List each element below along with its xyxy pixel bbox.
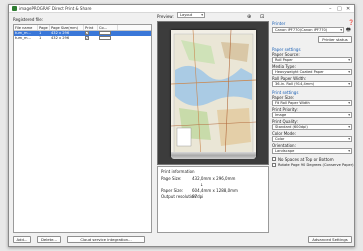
file-page: 1 — [39, 36, 42, 40]
printer-status-button[interactable]: Printer status — [318, 36, 352, 43]
chevron-down-icon: ▾ — [348, 113, 350, 117]
cloud-service-button[interactable]: Cloud service integration... — [67, 236, 145, 243]
registered-file-label: Registered file: — [13, 17, 44, 22]
app-icon — [12, 6, 17, 11]
fit-icon[interactable]: ⊡ — [260, 14, 264, 20]
col-file-name[interactable]: File name — [14, 25, 38, 30]
help-icon[interactable]: ❓ — [348, 20, 354, 26]
delete-button[interactable]: Delete... — [37, 236, 61, 243]
no-spaces-checkbox[interactable] — [272, 157, 276, 161]
chevron-down-icon: ▾ — [348, 125, 350, 129]
preview-page — [171, 30, 256, 157]
copies-field[interactable] — [99, 35, 111, 40]
media-type-value: Heavyweight Coated Paper — [275, 70, 324, 74]
chevron-down-icon: ▾ — [201, 13, 203, 17]
color-mode-value: Color — [275, 137, 285, 141]
resolution-value: 97dpi — [192, 194, 204, 199]
orientation-dropdown[interactable]: Landscape ▾ — [272, 148, 352, 154]
settings-panel: Printer ❓ Canon iPF770(Canon iPF770) ▾ 🖶 … — [272, 20, 354, 233]
orientation-value: Landscape — [275, 149, 295, 153]
print-preview — [157, 21, 269, 165]
print-quality-value: Standard (600dpi) — [275, 125, 308, 129]
layout-value: Layout — [180, 13, 193, 17]
file-row[interactable]: tum_m... 1 432 x 296 ✓ — [14, 35, 151, 41]
file-list[interactable]: File name Page Page Size(mm) Print Co...… — [13, 24, 152, 233]
maximize-button[interactable]: □ — [337, 6, 342, 12]
paper-roll — [171, 152, 256, 159]
print-priority-value: Image — [275, 113, 287, 117]
no-spaces-label: No Spaces at Top or Bottom — [278, 157, 334, 162]
close-button[interactable]: ✕ — [346, 6, 350, 12]
printer-header: Printer — [272, 21, 286, 26]
paper-size-value: 604,4mm x 1288,0mm — [192, 188, 238, 193]
rotate-page-checkbox[interactable] — [272, 163, 276, 167]
printer-value: Canon iPF770(Canon iPF770) — [275, 28, 328, 32]
print-checkbox[interactable]: ✓ — [85, 36, 89, 40]
chevron-down-icon: ▾ — [348, 70, 350, 74]
advanced-settings-button[interactable]: Advanced Settings — [308, 236, 352, 243]
paper-size-label: Paper Size: — [161, 188, 184, 193]
print-information: Print information Page Size: 432,0mm x 2… — [157, 166, 269, 233]
paper-source-value: Roll Paper — [275, 58, 293, 62]
layout-dropdown[interactable]: Layout ▾ — [177, 12, 205, 18]
page-size-label: Page Size: — [161, 176, 182, 181]
copies-field[interactable] — [99, 30, 111, 35]
color-mode-dropdown[interactable]: Color ▾ — [272, 136, 352, 142]
print-checkbox[interactable]: ✓ — [85, 31, 89, 35]
preview-label: Preview: — [157, 14, 174, 19]
media-type-dropdown[interactable]: Heavyweight Coated Paper ▾ — [272, 69, 352, 75]
rotate-page-label: Rotate Page 90 Degrees (Conserve Paper) — [278, 163, 354, 167]
add-button[interactable]: Add... — [13, 236, 31, 243]
print-priority-dropdown[interactable]: Image ▾ — [272, 112, 352, 118]
map-thumbnail — [171, 30, 256, 157]
paper-size-dropdown[interactable]: Fit Roll Paper Width ▾ — [272, 100, 352, 106]
app-window: imagePROGRAF Direct Print & Share – □ ✕ … — [8, 4, 355, 247]
file-size: 432 x 296 — [51, 36, 70, 40]
info-header: Print information — [161, 169, 195, 174]
col-page-size[interactable]: Page Size(mm) — [50, 25, 84, 30]
chevron-down-icon: ▾ — [348, 82, 350, 86]
col-print[interactable]: Print — [84, 25, 98, 30]
minimize-button[interactable]: – — [329, 6, 332, 12]
zoom-icon[interactable]: ⊕ — [247, 14, 251, 20]
arrow-down-icon: ↓ — [200, 182, 204, 187]
col-copies[interactable]: Co... — [98, 25, 118, 30]
printer-icon[interactable]: 🖶 — [346, 27, 351, 35]
roll-width-value: 36-in. Roll (914,4mm) — [275, 82, 315, 86]
roll-width-dropdown[interactable]: 36-in. Roll (914,4mm) ▾ — [272, 81, 352, 87]
col-page[interactable]: Page — [38, 25, 50, 30]
paper-size-value: Fit Roll Paper Width — [275, 101, 310, 105]
chevron-down-icon: ▾ — [348, 137, 350, 141]
print-quality-dropdown[interactable]: Standard (600dpi) ▾ — [272, 124, 352, 130]
printer-dropdown[interactable]: Canon iPF770(Canon iPF770) ▾ — [272, 27, 344, 33]
chevron-down-icon: ▾ — [348, 149, 350, 153]
chevron-down-icon: ▾ — [348, 101, 350, 105]
file-name: tum_m... — [15, 36, 31, 40]
paper-source-dropdown[interactable]: Roll Paper ▾ — [272, 57, 352, 63]
window-title: imagePROGRAF Direct Print & Share — [19, 6, 92, 11]
chevron-down-icon: ▾ — [340, 28, 342, 32]
page-size-value: 432,0mm x 296,0mm — [192, 176, 236, 181]
chevron-down-icon: ▾ — [348, 58, 350, 62]
